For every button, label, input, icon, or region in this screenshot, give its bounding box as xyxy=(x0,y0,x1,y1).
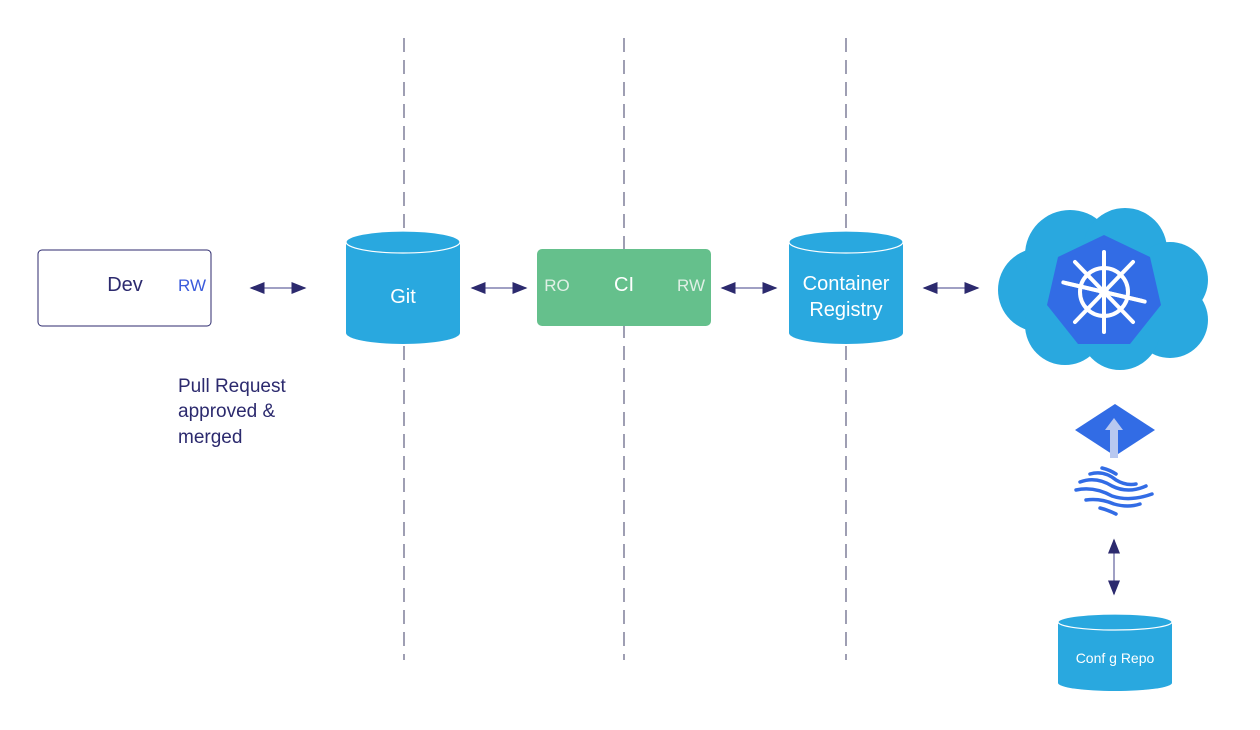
stage-dividers xyxy=(403,38,847,660)
registry-label-line1: Container xyxy=(803,273,890,295)
ci-node[interactable]: RO CI RW xyxy=(537,249,711,326)
container-registry-node[interactable]: Container Registry xyxy=(788,230,904,344)
annotation-line1: Pull Request xyxy=(178,376,286,397)
ci-right-access-label: RW xyxy=(677,276,705,295)
pull-request-annotation: Pull Request approved & merged xyxy=(178,376,286,448)
annotation-line3: merged xyxy=(178,427,242,448)
config-repo-label: Conf g Repo xyxy=(1076,650,1155,666)
ci-left-access-label: RO xyxy=(544,276,570,295)
dev-access-label: RW xyxy=(178,276,206,295)
dev-label: Dev xyxy=(107,274,143,296)
ci-label: CI xyxy=(614,274,634,296)
git-node[interactable]: Git xyxy=(345,230,461,344)
git-label: Git xyxy=(390,286,416,308)
kubernetes-cluster-node[interactable] xyxy=(998,208,1208,370)
diagram: Dev RW Git RO CI RW Container Registry C… xyxy=(37,38,1208,691)
config-repo-node[interactable]: Conf g Repo xyxy=(1057,613,1173,691)
flux-icon[interactable] xyxy=(1074,404,1155,516)
dev-node[interactable]: Dev RW xyxy=(37,249,212,327)
annotation-line2: approved & xyxy=(178,401,276,422)
registry-label-line2: Registry xyxy=(809,299,882,321)
